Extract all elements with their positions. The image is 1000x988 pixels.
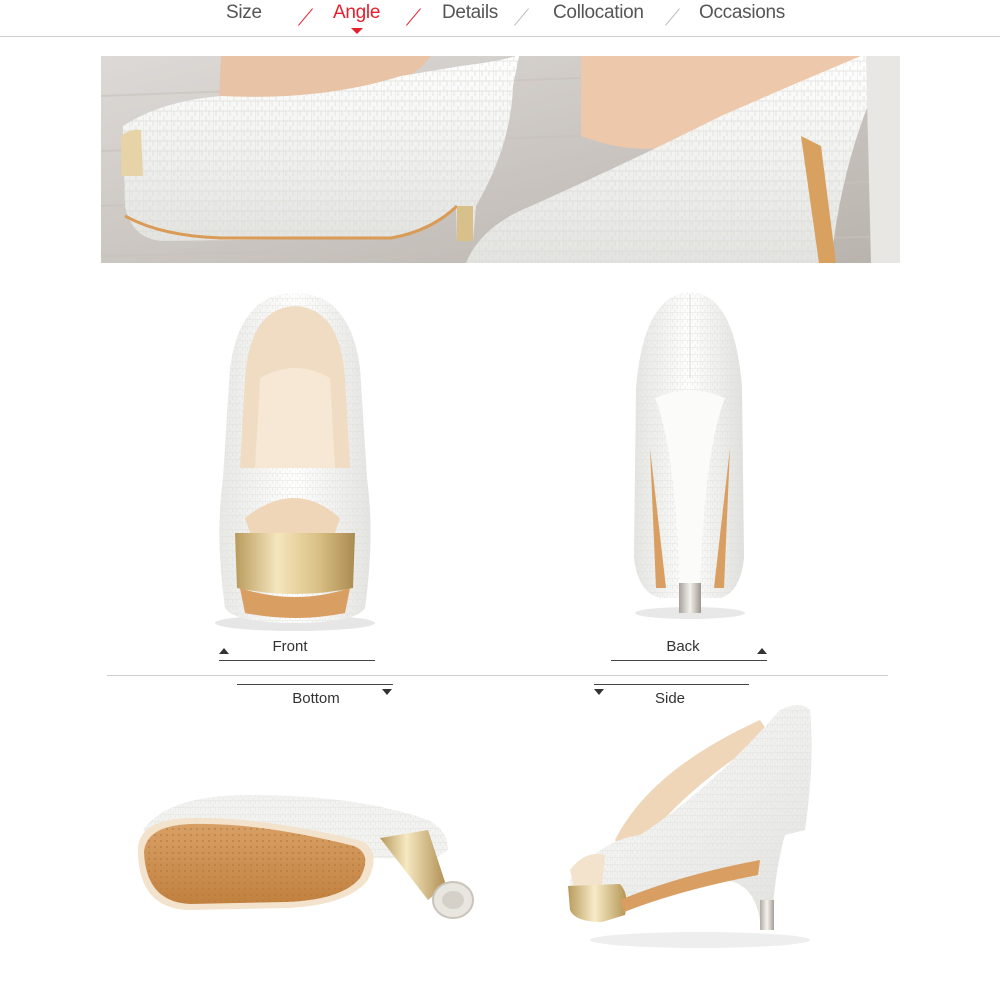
front-label: Front (272, 638, 308, 655)
nav-separator (665, 8, 680, 26)
active-tab-caret-icon (350, 28, 363, 34)
caption-overline (237, 684, 393, 685)
tab-angle-label: Angle (333, 2, 381, 23)
tab-collocation[interactable]: Collocation (553, 2, 644, 24)
nav-separator (298, 8, 313, 26)
caption-arrow-up-icon (219, 648, 229, 654)
nav-separator (406, 8, 421, 26)
nav-separator (514, 8, 529, 26)
shoe-bottom-illustration (138, 795, 474, 919)
caption-underline (611, 660, 767, 661)
hero-shoes-illustration (101, 56, 900, 263)
shoe-side-illustration (568, 705, 812, 948)
tab-details[interactable]: Details (442, 2, 498, 24)
tab-occasions[interactable]: Occasions (699, 2, 785, 24)
caption-overline (594, 684, 749, 685)
shoe-back-illustration (634, 292, 745, 619)
shoe-front-illustration (215, 293, 375, 631)
back-view-image (620, 288, 760, 628)
hero-banner-image (101, 56, 900, 263)
caption-arrow-up-icon (757, 648, 767, 654)
bottom-label: Bottom (292, 690, 340, 707)
caption-arrow-down-icon (594, 689, 604, 695)
caption-arrow-down-icon (382, 689, 392, 695)
bottom-view-image (128, 790, 478, 935)
front-view-image (205, 288, 385, 638)
angle-nav: Size Angle Details Collocation Occasions (0, 0, 1000, 37)
back-label: Back (666, 638, 700, 655)
tab-angle[interactable]: Angle (333, 2, 381, 34)
tab-size[interactable]: Size (226, 2, 262, 24)
section-divider (107, 675, 888, 676)
caption-underline (219, 660, 375, 661)
side-view-image (560, 700, 820, 955)
